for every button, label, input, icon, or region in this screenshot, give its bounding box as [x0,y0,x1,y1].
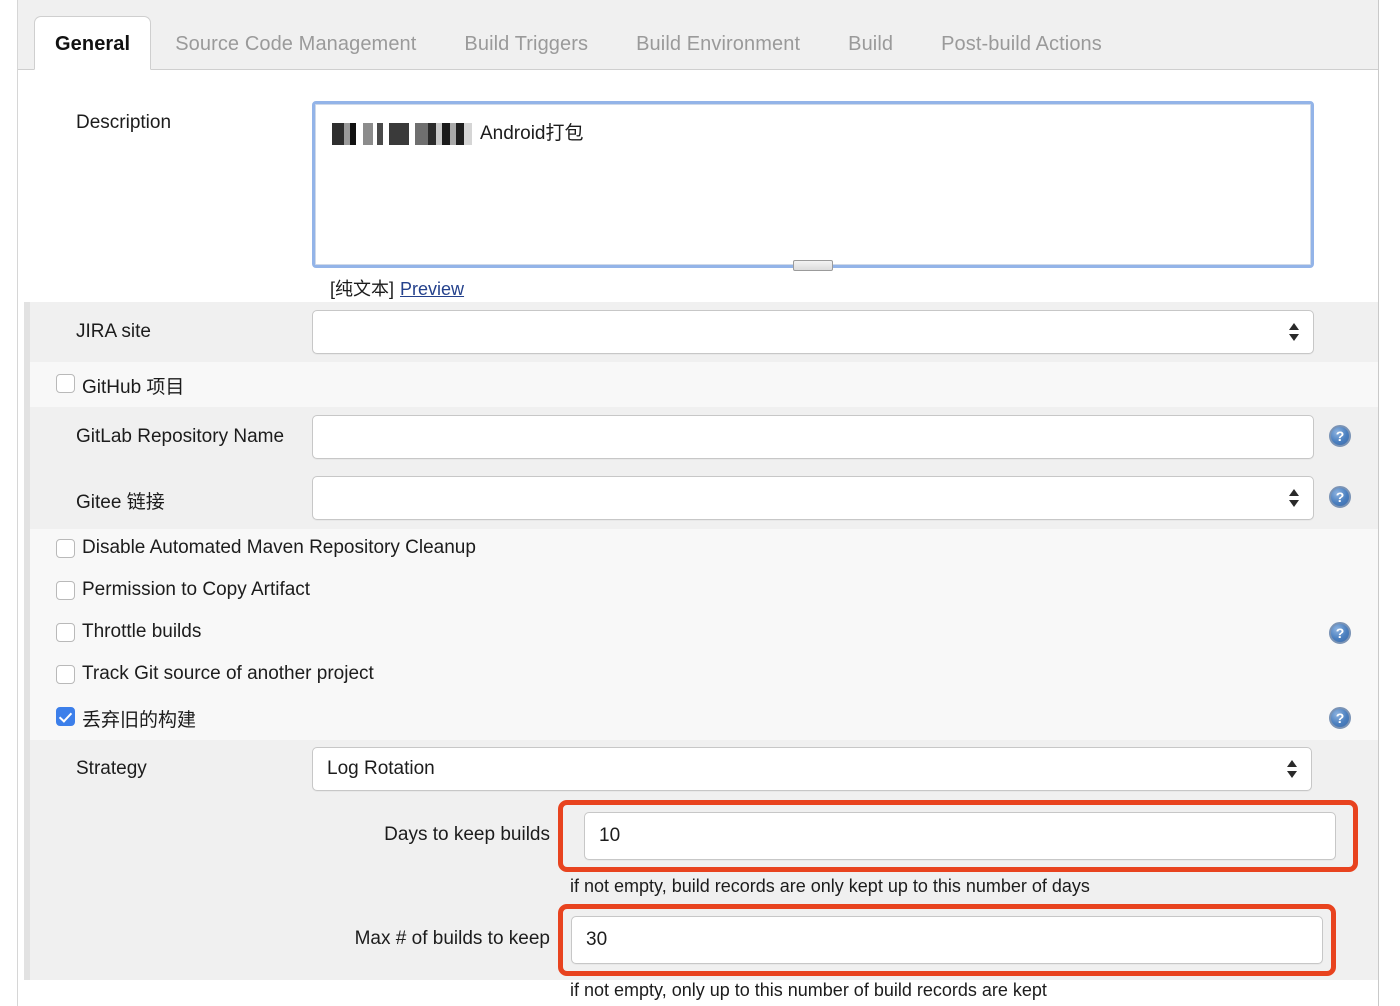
tab-build-triggers[interactable]: Build Triggers [440,18,612,70]
row-rail [24,362,30,407]
row-track-git-source: Track Git source of another project [24,655,1378,697]
description-format-note: [纯文本] [330,279,394,299]
max-builds-to-keep-label: Max # of builds to keep [350,928,550,950]
row-rail [24,613,30,655]
row-gitlab-repository-name: GitLab Repository Name ? [24,407,1378,467]
redacted-text-block [332,123,472,145]
checkbox-track-git-source[interactable] [56,665,75,684]
description-field-wrapper: Android打包 [312,101,1314,268]
max-builds-to-keep-input[interactable]: 30 [571,916,1323,964]
row-rail [24,407,30,467]
row-rail [24,655,30,697]
label-disable-maven-cleanup[interactable]: Disable Automated Maven Repository Clean… [82,537,476,559]
section-discard-strategy: Strategy Log Rotation Days to keep build… [24,740,1378,980]
tab-list: General Source Code Management Build Tri… [18,14,1126,70]
row-rail [24,697,30,740]
label-permission-copy-artifact[interactable]: Permission to Copy Artifact [82,579,310,601]
row-rail [24,571,30,613]
gitee-link-label: Gitee 链接 [76,487,165,514]
tab-build-environment[interactable]: Build Environment [612,18,824,70]
tab-general[interactable]: General [34,16,151,70]
row-disable-maven-cleanup: Disable Automated Maven Repository Clean… [24,529,1378,571]
label-discard-old-builds[interactable]: 丢弃旧的构建 [82,705,196,732]
label-throttle-builds[interactable]: Throttle builds [82,621,201,643]
days-to-keep-builds-label: Days to keep builds [350,824,550,846]
description-label: Description [76,112,171,134]
checkbox-github-project[interactable] [56,374,75,393]
row-rail [24,302,30,362]
form-rows: JIRA site GitHub 项目 GitLab Repository Na… [18,302,1378,980]
gitlab-repository-name-label: GitLab Repository Name [76,426,284,448]
config-tab-bar: General Source Code Management Build Tri… [18,0,1378,70]
label-track-git-source[interactable]: Track Git source of another project [82,663,374,685]
help-icon-gitlab[interactable]: ? [1329,425,1351,447]
row-rail [24,529,30,571]
checkbox-discard-old-builds[interactable] [56,707,75,726]
tab-post-build-actions[interactable]: Post-build Actions [917,18,1126,70]
description-section: Description Android打包 [纯文本] Preview [18,70,1378,302]
description-footer: [纯文本] Preview [330,275,464,301]
checkbox-permission-copy-artifact[interactable] [56,581,75,600]
days-to-keep-builds-hint: if not empty, build records are only kep… [570,876,1090,897]
gitlab-repository-name-input[interactable] [312,415,1314,459]
gitee-link-select[interactable] [312,476,1314,520]
strategy-select[interactable]: Log Rotation [312,747,1312,791]
days-to-keep-builds-input[interactable]: 10 [584,812,1336,860]
row-gitee-link: Gitee 链接 ? [24,467,1378,529]
description-textarea[interactable]: Android打包 [312,101,1314,268]
tab-source-code-management[interactable]: Source Code Management [151,18,440,70]
label-github-project[interactable]: GitHub 项目 [82,372,184,399]
row-rail [24,740,30,980]
help-icon-gitee[interactable]: ? [1329,486,1351,508]
row-throttle-builds: Throttle builds ? [24,613,1378,655]
row-discard-old-builds: 丢弃旧的构建 ? [24,697,1378,740]
tab-build[interactable]: Build [824,18,917,70]
general-tab-panel: Description Android打包 [纯文本] Preview JIRA … [18,70,1378,1006]
description-visible-text: Android打包 [480,118,584,145]
jenkins-job-config-page: General Source Code Management Build Tri… [0,0,1400,1006]
row-jira-site: JIRA site [24,302,1378,362]
strategy-label: Strategy [76,758,147,780]
jira-site-label: JIRA site [76,321,151,343]
row-rail [24,467,30,529]
description-preview-link[interactable]: Preview [400,279,464,299]
description-textarea-content: Android打包 [332,118,584,145]
textarea-resize-grabber[interactable] [793,260,833,271]
row-permission-copy-artifact: Permission to Copy Artifact [24,571,1378,613]
jira-site-select[interactable] [312,310,1314,354]
help-icon-throttle-builds[interactable]: ? [1329,622,1351,644]
page-border-right [1378,0,1379,1006]
checkbox-throttle-builds[interactable] [56,623,75,642]
help-icon-discard-old-builds[interactable]: ? [1329,707,1351,729]
checkbox-disable-maven-cleanup[interactable] [56,539,75,558]
max-builds-to-keep-hint: if not empty, only up to this number of … [570,980,1047,1001]
row-github-project: GitHub 项目 [24,362,1378,407]
